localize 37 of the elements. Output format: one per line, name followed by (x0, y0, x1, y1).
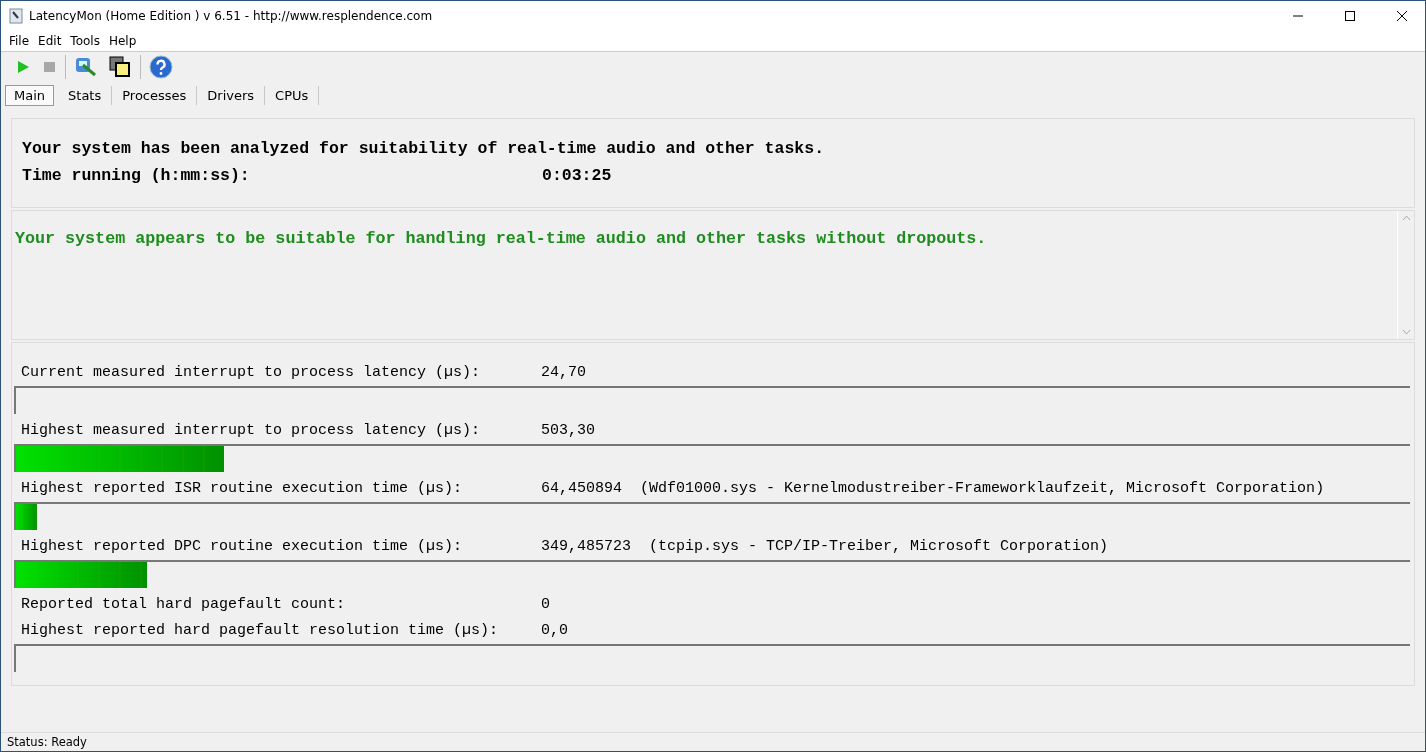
metric-detail: (tcpip.sys - TCP/IP-Treiber, Microsoft Corporation) (649, 537, 1109, 555)
metric-value: 64,450894 (541, 479, 622, 497)
metric-detail: (Wdf01000.sys - Kernelmodustreiber-Frameworklaufzeit, Microsoft Corporation) (640, 479, 1325, 497)
metric-value: 0,0 (541, 621, 568, 639)
app-icon (9, 8, 23, 24)
close-icon (1396, 10, 1408, 22)
stop-icon (41, 59, 57, 75)
tab[interactable]: CPUs (265, 85, 320, 105)
metric-label: Current measured interrupt to process latency (µs): (21, 363, 482, 381)
tab[interactable]: Processes (112, 85, 198, 105)
metric-label: Reported total hard pagefault count: (21, 595, 347, 613)
metric-value: 0 (541, 595, 550, 613)
metric-label: Highest reported ISR routine execution time (µs): (21, 479, 464, 497)
time-running-label: Time running (h:mm:ss): (22, 166, 251, 185)
metric-value: 349,485723 (541, 537, 631, 555)
metric-label: Highest measured interrupt to process latency (µs): (21, 421, 482, 439)
menu-item[interactable]: Tools (70, 34, 100, 48)
help-icon[interactable] (147, 53, 175, 81)
status-text: Status: Ready (7, 735, 87, 749)
scroll-down-icon[interactable] (1401, 329, 1411, 335)
metric-label: Highest reported DPC routine execution time (µs): (21, 537, 464, 555)
metric-label: Highest reported hard pagefault resolution time (µs): (21, 621, 500, 639)
menu-item[interactable]: Help (108, 34, 137, 48)
metric-value: 24,70 (541, 363, 586, 381)
tab[interactable]: Stats (58, 85, 113, 105)
scroll-up-icon[interactable] (1401, 215, 1411, 221)
maximize-icon (1344, 10, 1356, 22)
metric-value: 503,30 (541, 421, 595, 439)
window-title: LatencyMon (Home Edition ) v 6.51 - http://www.resplendence.com (29, 9, 434, 23)
menu-item[interactable]: File (9, 34, 30, 48)
menu-item[interactable]: Edit (38, 34, 62, 48)
tab[interactable]: Main (5, 84, 55, 106)
tab[interactable]: Drivers (197, 85, 266, 105)
analysis-headline: Your system has been analyzed for suitability of real-time audio and other tasks. (22, 139, 826, 158)
time-running-value: 0:03:25 (542, 166, 612, 185)
play-icon (15, 59, 31, 75)
verdict-message: Your system appears to be suitable for handling real-time audio and other tasks without dropouts. (15, 229, 988, 250)
